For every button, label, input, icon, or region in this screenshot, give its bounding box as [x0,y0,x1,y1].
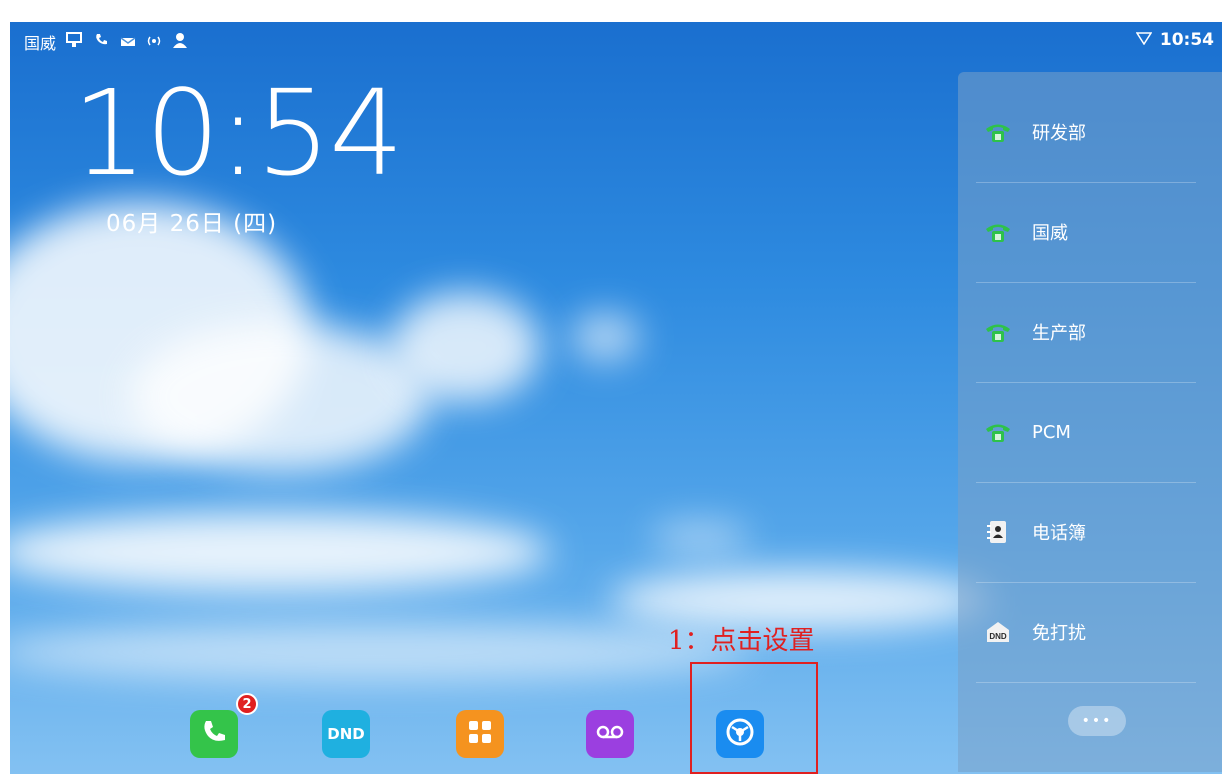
phonebook-icon [984,520,1012,544]
wireless-icon [146,33,162,52]
dnd-item[interactable]: DND 免打扰 [958,582,1222,682]
phone-line-icon [984,220,1012,244]
dnd-app-button[interactable]: DND [322,710,370,758]
cloud [390,292,540,402]
status-left: 国威 [24,30,188,54]
cloud [650,522,750,552]
line-item-label: 国威 [1032,223,1068,244]
voicemail-icon [595,723,625,745]
missed-calls-badge: 2 [236,693,258,715]
side-panel: 研发部 国威 生产部 PCM 电话簿 DND 免打扰 ••• [958,72,1222,772]
more-button[interactable]: ••• [1068,706,1126,736]
status-bar: 国威 10:54 [10,22,1222,62]
user-icon [172,32,188,52]
line-item-label: 生产部 [1032,323,1086,344]
line-item-pcm[interactable]: PCM [958,382,1222,482]
status-right: 10:54 [1135,30,1214,50]
clock-date: 06月 26日 (四) [106,211,278,237]
clock-time: 10:54 [72,64,404,202]
phone-home-screen: 国威 10:54 10:54 06月 26日 (四) 研发部 国威 生产部 PC… [10,22,1222,774]
dnd-label: 免打扰 [1032,623,1086,644]
phone-line-icon [984,120,1012,144]
phonebook-item[interactable]: 电话簿 [958,482,1222,582]
line-item-guowei[interactable]: 国威 [958,182,1222,282]
line-item-rd[interactable]: 研发部 [958,82,1222,182]
line-item-production[interactable]: 生产部 [958,282,1222,382]
line-item-label: 研发部 [1032,123,1086,144]
phone-app-button[interactable] [190,710,238,758]
grid-icon [467,719,493,749]
desktop-icon [66,32,84,52]
phone-line-icon [984,420,1012,444]
annotation-text: 1：点击设置 [668,626,815,656]
dnd-icon: DND [984,620,1012,644]
annotation-highlight-box [690,662,818,774]
cloud [10,622,750,682]
apps-app-button[interactable] [456,710,504,758]
svg-text:DND: DND [989,632,1007,641]
wifi-icon [1135,30,1153,50]
status-time: 10:54 [1159,30,1214,50]
message-icon [120,33,136,52]
cloud [130,322,430,472]
account-name: 国威 [24,34,57,53]
voicemail-app-button[interactable] [586,710,634,758]
cloud [570,312,640,362]
line-item-label: PCM [1032,421,1071,443]
phone-icon [200,718,228,750]
phone-line-icon [984,320,1012,344]
phone-call-icon [94,32,110,52]
phonebook-label: 电话簿 [1032,523,1086,544]
cloud [10,512,550,592]
divider [976,682,1196,683]
